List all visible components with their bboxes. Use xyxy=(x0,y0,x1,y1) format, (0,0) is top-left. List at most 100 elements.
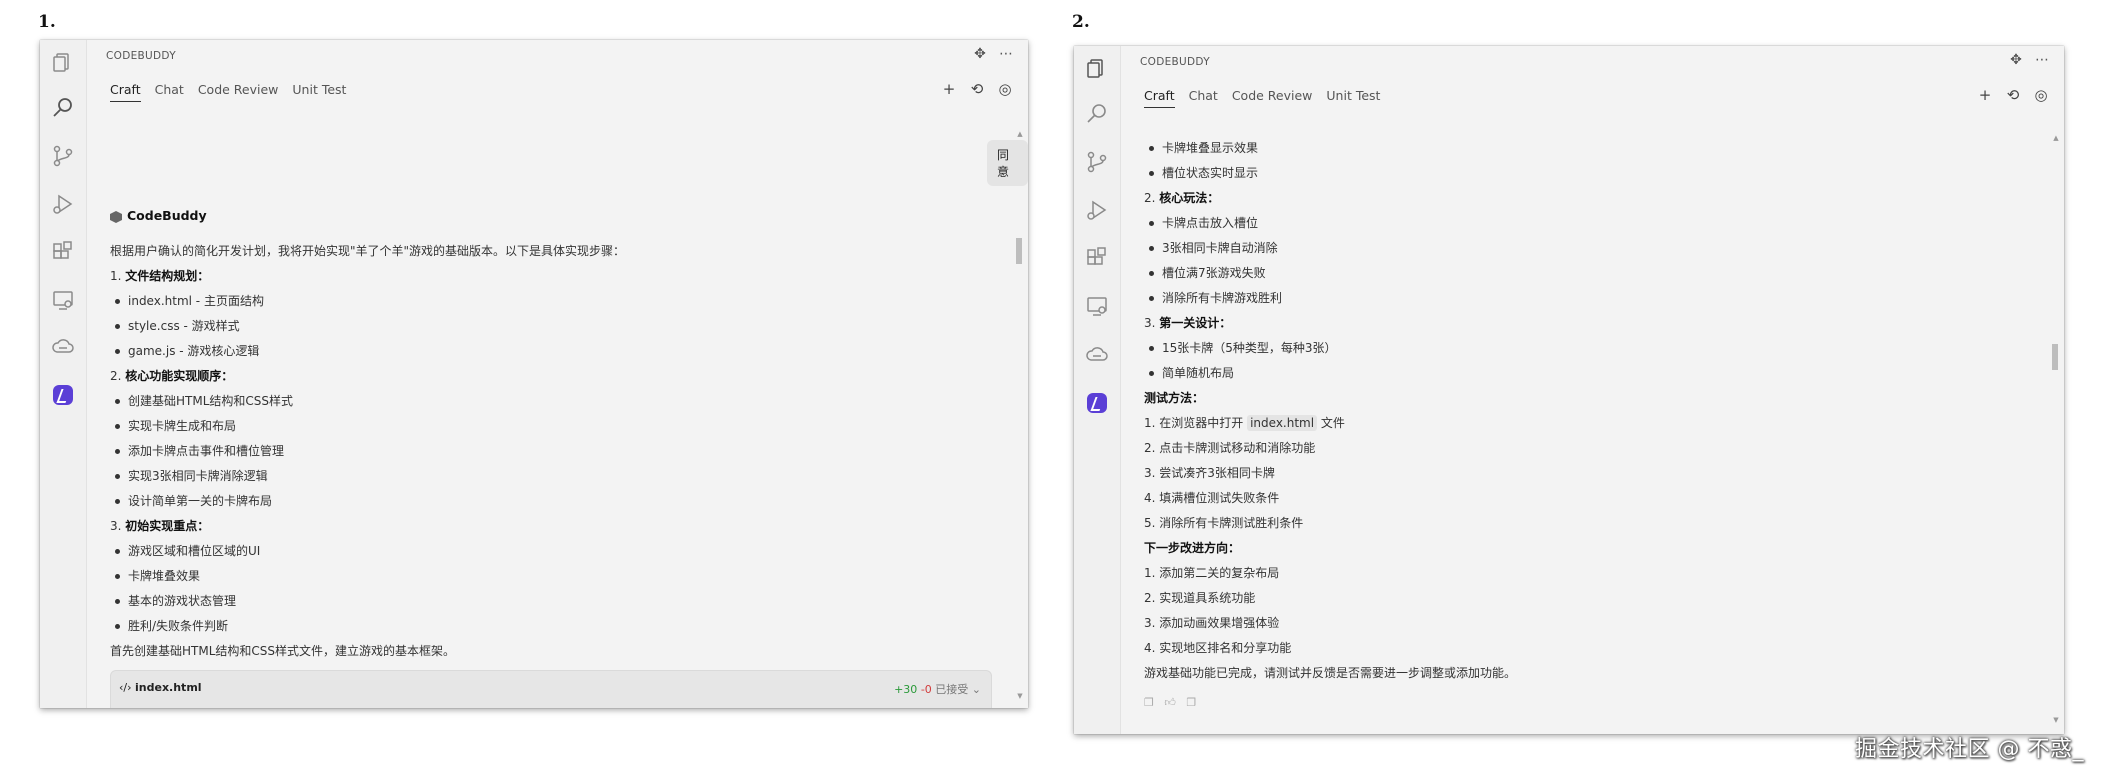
tab-unit-test[interactable]: Unit Test xyxy=(1326,88,1380,108)
section-heading: 2. 核心功能实现顺序： xyxy=(110,369,234,383)
move-icon[interactable]: ✥ xyxy=(2008,52,2024,68)
list-item: 创建基础HTML结构和CSS样式 xyxy=(114,394,294,408)
panel-title: CODEBUDDY xyxy=(1140,56,1210,68)
next-step: 3. 添加动画效果增强体验 xyxy=(1144,616,1280,630)
explorer-icon[interactable] xyxy=(1085,56,1109,80)
chat-panel: CODEBUDDY ✥ ⋯ Craft Chat Code Review Uni… xyxy=(86,40,1028,708)
lines-added: +30 xyxy=(894,683,918,696)
extensions-icon[interactable] xyxy=(1085,246,1109,270)
codebuddy-logo[interactable] xyxy=(1087,393,1107,413)
tab-craft[interactable]: Craft xyxy=(110,82,141,102)
list-item: 卡牌点击放入槽位 xyxy=(1148,216,1259,230)
codebuddy-logo[interactable] xyxy=(53,385,73,405)
test-step: 3. 尝试凑齐3张相同卡牌 xyxy=(1144,466,1275,480)
thumbs-up-icon[interactable]: 👍︎ xyxy=(1164,696,1176,709)
list-item: 消除所有卡牌游戏胜利 xyxy=(1148,291,1283,305)
scrollbar[interactable]: ▲ ▼ xyxy=(2052,134,2060,724)
history-icon[interactable]: ⟲ xyxy=(968,80,986,98)
list-item: 基本的游戏状态管理 xyxy=(114,594,237,608)
remote-explorer-icon[interactable] xyxy=(51,288,75,312)
list-item: 添加卡牌点击事件和槽位管理 xyxy=(114,444,285,458)
window-2: CODEBUDDY ✥ ⋯ Craft Chat Code Review Uni… xyxy=(1074,46,2064,734)
list-item: 实现卡牌生成和布局 xyxy=(114,419,237,433)
diff-stats: +30 -0 已接受 ⌄ xyxy=(894,681,981,697)
explorer-icon[interactable] xyxy=(51,50,75,74)
source-control-icon[interactable] xyxy=(1085,150,1109,174)
more-icon[interactable]: ⋯ xyxy=(998,46,1014,62)
section-heading: 2. 核心玩法： xyxy=(1144,191,1220,205)
codebuddy-avatar-icon xyxy=(110,211,122,223)
message-actions: ❐ 👍︎ ❐ xyxy=(1144,696,1196,709)
thumbs-down-icon[interactable]: ❐ xyxy=(1186,696,1196,709)
tab-code-review[interactable]: Code Review xyxy=(198,82,279,102)
panel-label-2: 2. xyxy=(1072,12,1090,32)
closing-text: 首先创建基础HTML结构和CSS样式文件，建立游戏的基本框架。 xyxy=(110,644,456,658)
run-debug-icon[interactable] xyxy=(51,192,75,216)
remote-explorer-icon[interactable] xyxy=(1085,294,1109,318)
list-item: 槽位状态实时显示 xyxy=(1148,166,1259,180)
tab-unit-test[interactable]: Unit Test xyxy=(292,82,346,102)
list-item: 胜利/失败条件判断 xyxy=(114,619,229,633)
run-debug-icon[interactable] xyxy=(1085,198,1109,222)
inline-code: index.html xyxy=(1247,415,1318,431)
chat-panel: CODEBUDDY ✥ ⋯ Craft Chat Code Review Uni… xyxy=(1120,46,2064,734)
list-item: 设计简单第一关的卡牌布局 xyxy=(114,494,273,508)
source-control-icon[interactable] xyxy=(51,144,75,168)
list-item: 15张卡牌（5种类型，每种3张） xyxy=(1149,341,1337,355)
lines-removed: -0 xyxy=(920,683,932,696)
tab-craft[interactable]: Craft xyxy=(1144,88,1175,108)
list-item: 槽位满7张游戏失败 xyxy=(1149,266,1266,280)
watermark: 掘金技术社区 @ 不惑_ xyxy=(1855,737,2084,762)
tab-code-review[interactable]: Code Review xyxy=(1232,88,1313,108)
panel-label-1: 1. xyxy=(38,12,56,32)
settings-icon[interactable]: ◎ xyxy=(996,80,1014,98)
tab-chat[interactable]: Chat xyxy=(1189,88,1218,108)
list-item: 简单随机布局 xyxy=(1148,366,1235,380)
intro-text: 根据用户确认的简化开发计划，我将开始实现"羊了个羊"游戏的基础版本。以下是具体实… xyxy=(110,244,626,258)
tab-chat[interactable]: Chat xyxy=(155,82,184,102)
next-step: 1. 添加第二关的复杂布局 xyxy=(1144,566,1280,580)
window-1: CODEBUDDY ✥ ⋯ Craft Chat Code Review Uni… xyxy=(40,40,1028,708)
test-step: 1. 在浏览器中打开 index.html 文件 xyxy=(1144,415,1345,431)
list-item: 游戏区域和槽位区域的UI xyxy=(114,544,261,558)
list-item: index.html - 主页面结构 xyxy=(115,294,264,308)
search-icon[interactable] xyxy=(51,96,75,120)
list-item: 实现3张相同卡牌消除逻辑 xyxy=(115,469,268,483)
section-heading: 1. 文件结构规划： xyxy=(110,269,210,283)
tab-bar: Craft Chat Code Review Unit Test xyxy=(110,82,360,102)
list-item: style.css - 游戏样式 xyxy=(115,319,240,333)
code-change-card[interactable]: ‹/› index.html +30 -0 已接受 ⌄ xyxy=(110,670,992,708)
code-icon: ‹/› xyxy=(119,681,132,694)
history-icon[interactable]: ⟲ xyxy=(2004,86,2022,104)
section-heading: 3. 第一关设计： xyxy=(1144,316,1232,330)
agree-message: 同意 xyxy=(987,140,1028,186)
bot-name: CodeBuddy xyxy=(127,208,207,223)
panel-title: CODEBUDDY xyxy=(106,50,176,62)
chevron-down-icon[interactable]: ⌄ xyxy=(972,683,981,696)
new-chat-icon[interactable]: + xyxy=(940,80,958,98)
activity-bar xyxy=(40,40,87,708)
closing-text: 游戏基础功能已完成，请测试并反馈是否需要进一步调整或添加功能。 xyxy=(1144,666,1517,680)
settings-icon[interactable]: ◎ xyxy=(2032,86,2050,104)
test-heading: 测试方法： xyxy=(1144,391,1205,405)
list-item: 卡牌堆叠显示效果 xyxy=(1148,141,1259,155)
next-step: 2. 实现道具系统功能 xyxy=(1144,591,1256,605)
activity-bar xyxy=(1074,46,1121,734)
move-icon[interactable]: ✥ xyxy=(972,46,988,62)
new-chat-icon[interactable]: + xyxy=(1976,86,1994,104)
tab-bar: Craft Chat Code Review Unit Test xyxy=(1144,88,1394,108)
section-heading: 3. 初始实现重点： xyxy=(110,519,210,533)
code-file-name: ‹/› index.html xyxy=(119,681,202,694)
list-item: 3张相同卡牌自动消除 xyxy=(1149,241,1278,255)
next-step: 4. 实现地区排名和分享功能 xyxy=(1144,641,1292,655)
accepted-status: 已接受 xyxy=(935,683,969,696)
cloud-icon[interactable] xyxy=(1085,342,1109,366)
copy-icon[interactable]: ❐ xyxy=(1144,696,1154,709)
cloud-icon[interactable] xyxy=(51,334,75,358)
test-step: 5. 消除所有卡牌测试胜利条件 xyxy=(1144,516,1304,530)
more-icon[interactable]: ⋯ xyxy=(2034,52,2050,68)
extensions-icon[interactable] xyxy=(51,240,75,264)
next-heading: 下一步改进方向： xyxy=(1144,541,1241,555)
scrollbar[interactable]: ▲ ▼ xyxy=(1016,130,1024,700)
search-icon[interactable] xyxy=(1085,102,1109,126)
